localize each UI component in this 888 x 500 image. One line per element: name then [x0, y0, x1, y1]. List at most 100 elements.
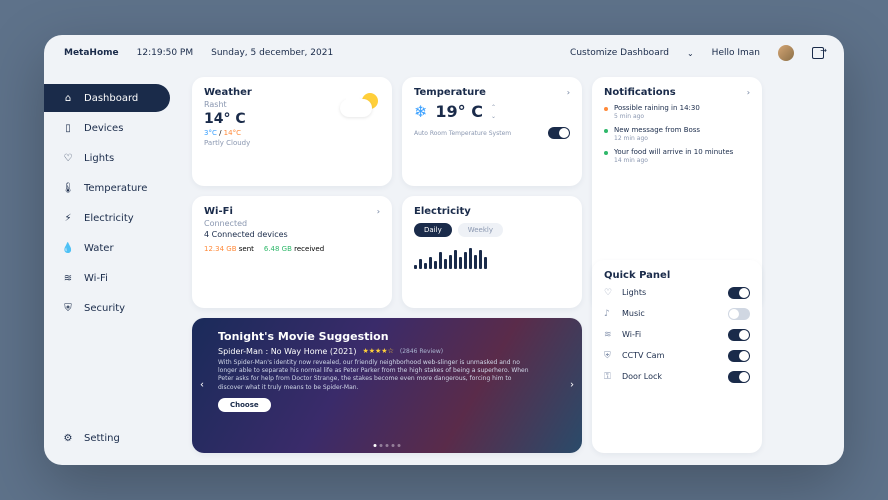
doorlock-toggle[interactable] — [728, 371, 750, 383]
weather-icon — [340, 87, 380, 127]
shield-icon: ⛨ — [62, 302, 74, 314]
quick-item-cctv: ⛨ CCTV Cam — [604, 350, 750, 362]
notification-text: Your food will arrive in 10 minutes — [614, 148, 733, 156]
movie-description: With Spider-Man's identity now revealed,… — [218, 359, 538, 393]
quick-item-wifi: ≋ Wi-Fi — [604, 329, 750, 341]
topbar: MetaHome 12:19:50 PM Sunday, 5 december,… — [44, 35, 844, 71]
cctv-toggle[interactable] — [728, 350, 750, 362]
sidebar-item-lights[interactable]: ♡ Lights — [44, 144, 184, 172]
carousel-prev-button[interactable]: ‹ — [200, 380, 204, 391]
sidebar-item-devices[interactable]: ▯Devices — [44, 114, 184, 142]
thermometer-icon: 🌡 — [62, 182, 74, 194]
sidebar-item-security[interactable]: ⛨ Security — [44, 294, 184, 322]
wifi-icon: ≋ — [604, 330, 614, 340]
wifi-sent-label: sent — [239, 245, 254, 253]
lights-toggle[interactable] — [728, 287, 750, 299]
card-title: Quick Panel — [604, 270, 670, 281]
sidebar-item-dashboard[interactable]: ⌂ Dashboard — [44, 84, 170, 112]
weather-city: Rasht — [204, 100, 252, 109]
clock-date: Sunday, 5 december, 2021 — [211, 48, 333, 58]
chevron-right-icon[interactable]: › — [377, 207, 380, 216]
home-icon: ⌂ — [62, 92, 74, 104]
drop-icon: 💧 — [62, 242, 74, 254]
carousel-dots[interactable] — [374, 444, 401, 447]
quick-item-label: Music — [622, 309, 645, 318]
music-icon: ♪ — [604, 309, 614, 319]
wifi-toggle[interactable] — [728, 329, 750, 341]
avatar[interactable] — [778, 45, 794, 61]
chevron-right-icon[interactable]: › — [747, 88, 750, 97]
sidebar-item-label: Lights — [84, 153, 114, 164]
sidebar-item-wifi[interactable]: ≋ Wi-Fi — [44, 264, 184, 292]
review-count: (2846 Review) — [400, 348, 443, 355]
star-rating: ★★★★☆ — [362, 347, 393, 355]
auto-temp-label: Auto Room Temperature System — [414, 130, 511, 137]
sidebar-item-label: Electricity — [84, 213, 134, 224]
clock-time: 12:19:50 PM — [137, 48, 193, 58]
chevron-down-icon[interactable]: ⌄ — [687, 49, 694, 58]
bolt-icon: ⚡ — [62, 212, 74, 224]
weather-low: 3°C — [204, 129, 217, 137]
tab-weekly[interactable]: Weekly — [458, 223, 503, 237]
card-title: Notifications — [604, 87, 676, 98]
sidebar-item-label: Wi-Fi — [84, 273, 108, 284]
temperature-value: 19° C — [435, 102, 483, 121]
wifi-recv-value: 6.48 GB — [264, 245, 292, 253]
weather-desc: Partly Cloudy — [204, 139, 252, 147]
sidebar-item-label: Temperature — [84, 183, 147, 194]
sidebar-item-electricity[interactable]: ⚡ Electricity — [44, 204, 184, 232]
temp-down-button[interactable]: ⌄ — [491, 113, 496, 120]
auto-temp-toggle[interactable] — [548, 127, 570, 139]
quick-item-label: Wi-Fi — [622, 330, 641, 339]
sidebar-item-label: Security — [84, 303, 125, 314]
weather-temp: 14° C — [204, 111, 252, 127]
notification-item[interactable]: Possible raining in 14:305 min ago — [604, 104, 750, 120]
quick-item-label: CCTV Cam — [622, 351, 664, 360]
bulb-icon: ♡ — [62, 152, 74, 164]
choose-button[interactable]: Choose — [218, 398, 271, 412]
app-window: MetaHome 12:19:50 PM Sunday, 5 december,… — [44, 35, 844, 465]
wifi-icon: ≋ — [62, 272, 74, 284]
wifi-card: Wi-Fi› Connected 4 Connected devices 12.… — [192, 196, 392, 308]
gear-icon: ⚙ — [62, 432, 74, 444]
chevron-right-icon[interactable]: › — [567, 88, 570, 97]
customize-link[interactable]: Customize Dashboard — [570, 48, 669, 58]
temperature-card: Temperature› ❄ 19° C ⌃⌄ Auto Room Temper… — [402, 77, 582, 186]
wifi-sent-value: 12.34 GB — [204, 245, 237, 253]
electricity-chart — [414, 245, 570, 269]
bulb-icon: ♡ — [604, 288, 614, 298]
notification-time: 12 min ago — [614, 135, 700, 142]
status-dot-icon — [604, 107, 608, 111]
quick-item-lights: ♡Lights — [604, 287, 750, 299]
temp-up-button[interactable]: ⌃ — [491, 104, 496, 111]
sidebar-item-label: Setting — [84, 433, 120, 444]
notification-time: 14 min ago — [614, 157, 733, 164]
sidebar-item-label: Water — [84, 243, 114, 254]
movie-title: Spider-Man : No Way Home (2021) — [218, 347, 356, 356]
sidebar-item-label: Devices — [84, 123, 123, 134]
notification-text: Possible raining in 14:30 — [614, 104, 700, 112]
sidebar-item-label: Dashboard — [84, 93, 138, 104]
quick-item-label: Door Lock — [622, 372, 662, 381]
lock-icon: ⚿ — [604, 372, 614, 382]
sidebar: ⌂ Dashboard ▯Devices ♡ Lights 🌡 Temperature… — [44, 71, 184, 465]
movie-suggestion-card: ‹ › Tonight's Movie Suggestion Spider-Ma… — [192, 318, 582, 453]
quick-panel-card: Quick Panel ♡Lights ♪ Music ≋ Wi-Fi ⛨ CCTV … — [592, 260, 762, 453]
carousel-next-button[interactable]: › — [570, 380, 574, 391]
quick-item-music: ♪ Music — [604, 308, 750, 320]
sidebar-item-temperature[interactable]: 🌡 Temperature — [44, 174, 184, 202]
sidebar-item-setting[interactable]: ⚙ Setting — [44, 424, 184, 452]
snowflake-icon: ❄ — [414, 102, 427, 121]
sidebar-item-water[interactable]: 💧 Water — [44, 234, 184, 262]
weather-card[interactable]: Weather Rasht 14° C 3°C / 14°C Partly Cl… — [192, 77, 392, 186]
greeting: Hello Iman — [712, 48, 760, 58]
music-toggle[interactable] — [728, 308, 750, 320]
tab-daily[interactable]: Daily — [414, 223, 452, 237]
notification-item[interactable]: New message from Boss12 min ago — [604, 126, 750, 142]
notification-text: New message from Boss — [614, 126, 700, 134]
notification-item[interactable]: Your food will arrive in 10 minutes14 mi… — [604, 148, 750, 164]
shield-icon: ⛨ — [604, 351, 614, 361]
card-title: Wi-Fi — [204, 206, 233, 217]
logout-icon[interactable] — [812, 47, 824, 59]
weather-high: 14°C — [224, 129, 241, 137]
